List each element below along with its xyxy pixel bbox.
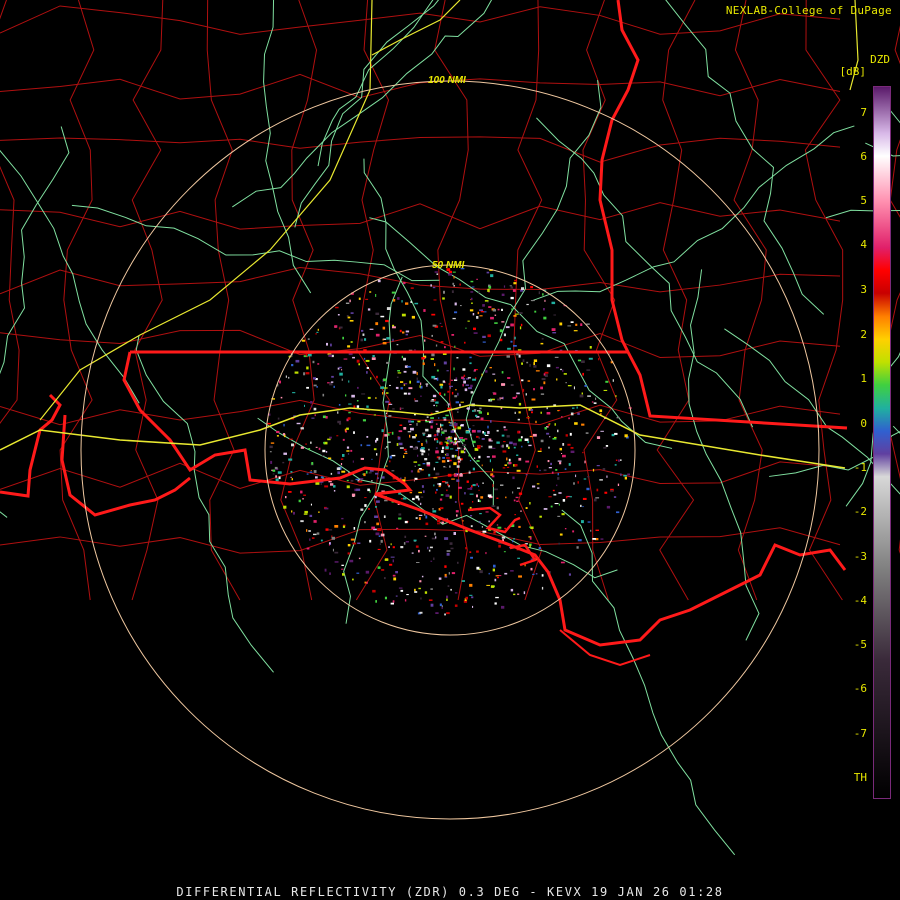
color-scale-bar <box>873 86 891 799</box>
scale-tick-label: -1 <box>853 461 867 474</box>
scale-tick-label: 1 <box>860 372 867 385</box>
range-label-100nmi: 100 NMI <box>428 75 466 86</box>
highways <box>0 0 900 856</box>
credit-text: NEXLAB-College of DuPage <box>725 4 892 17</box>
range-label-50nmi: 50 NMI <box>432 260 464 271</box>
scale-tick-label: -7 <box>853 727 867 740</box>
scale-tick-label: 6 <box>860 150 867 163</box>
units-label: [dB] <box>839 65 867 78</box>
scale-tick-label: -2 <box>853 505 867 518</box>
scale-tick-label: -6 <box>853 682 867 695</box>
scale-tick-label: 4 <box>860 238 867 251</box>
scale-tick-label: 0 <box>860 417 867 430</box>
scale-tick-label: 5 <box>860 194 867 207</box>
scale-tick-label: 7 <box>860 106 867 119</box>
radar-map: 100 NMI 50 NMI <box>0 0 900 856</box>
interstate-highways <box>0 0 859 469</box>
product-caption: DIFFERENTIAL REFLECTIVITY (ZDR) 0.3 DEG … <box>176 885 724 899</box>
scale-tick-label: TH <box>853 771 867 784</box>
scale-tick-label: -4 <box>853 594 867 607</box>
range-ring-100nmi <box>80 80 820 820</box>
range-ring-50nmi <box>264 264 636 636</box>
radar-returns <box>267 268 632 616</box>
product-code: DZD <box>870 53 890 66</box>
state-boundaries <box>0 0 848 667</box>
scale-tick-label: 2 <box>860 328 867 341</box>
scale-tick-label: 3 <box>860 283 867 296</box>
county-boundaries <box>0 0 900 601</box>
scale-tick-label: -5 <box>853 638 867 651</box>
scale-tick-label: -3 <box>853 550 867 563</box>
